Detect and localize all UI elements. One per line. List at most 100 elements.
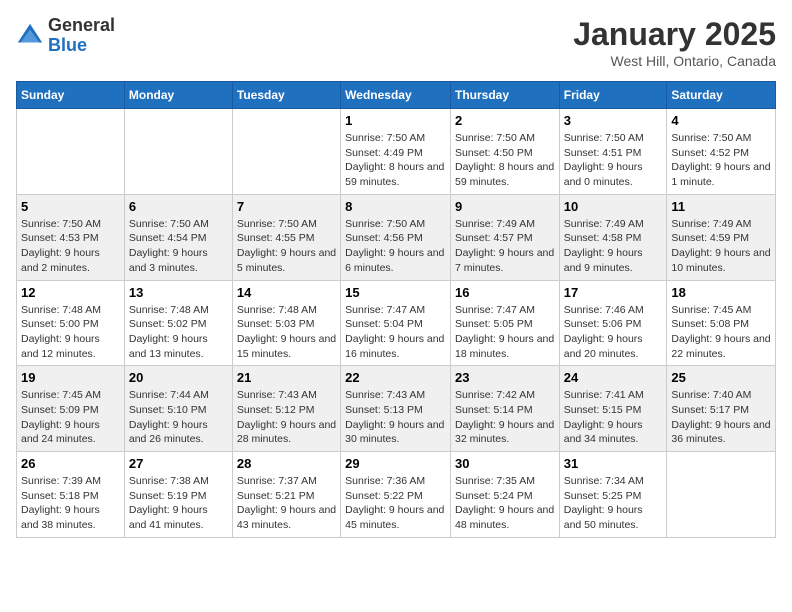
day-number: 7	[237, 199, 336, 214]
day-number: 19	[21, 370, 120, 385]
weekday-header-cell: Saturday	[667, 82, 776, 109]
day-number: 22	[345, 370, 446, 385]
calendar-week-row: 5 Sunrise: 7:50 AMSunset: 4:53 PMDaylight…	[17, 194, 776, 280]
day-info: Sunrise: 7:49 AMSunset: 4:57 PMDaylight:…	[455, 217, 555, 276]
day-number: 16	[455, 285, 555, 300]
calendar-day-cell: 7 Sunrise: 7:50 AMSunset: 4:55 PMDaylight…	[232, 194, 340, 280]
day-info: Sunrise: 7:48 AMSunset: 5:03 PMDaylight:…	[237, 303, 336, 362]
day-info: Sunrise: 7:38 AMSunset: 5:19 PMDaylight:…	[129, 474, 228, 533]
page-header: General Blue January 2025 West Hill, Ont…	[16, 16, 776, 69]
calendar-day-cell: 17 Sunrise: 7:46 AMSunset: 5:06 PMDayligh…	[559, 280, 667, 366]
day-info: Sunrise: 7:50 AMSunset: 4:56 PMDaylight:…	[345, 217, 446, 276]
weekday-header-cell: Monday	[124, 82, 232, 109]
calendar-day-cell: 5 Sunrise: 7:50 AMSunset: 4:53 PMDaylight…	[17, 194, 125, 280]
calendar-day-cell: 31Sunrise: 7:34 AMSunset: 5:25 PMDayligh…	[559, 452, 667, 538]
calendar-day-cell	[667, 452, 776, 538]
calendar-day-cell: 13 Sunrise: 7:48 AMSunset: 5:02 PMDayligh…	[124, 280, 232, 366]
day-number: 21	[237, 370, 336, 385]
day-info: Sunrise: 7:47 AMSunset: 5:04 PMDaylight:…	[345, 303, 446, 362]
weekday-header-cell: Sunday	[17, 82, 125, 109]
calendar-day-cell: 25Sunrise: 7:40 AMSunset: 5:17 PMDayligh…	[667, 366, 776, 452]
weekday-header-cell: Friday	[559, 82, 667, 109]
calendar-day-cell: 3 Sunrise: 7:50 AMSunset: 4:51 PMDaylight…	[559, 109, 667, 195]
calendar-day-cell: 29Sunrise: 7:36 AMSunset: 5:22 PMDayligh…	[341, 452, 451, 538]
day-number: 13	[129, 285, 228, 300]
calendar-day-cell: 27 Sunrise: 7:38 AMSunset: 5:19 PMDayligh…	[124, 452, 232, 538]
day-info: Sunrise: 7:39 AMSunset: 5:18 PMDaylight:…	[21, 474, 120, 533]
calendar-day-cell: 23 Sunrise: 7:42 AMSunset: 5:14 PMDayligh…	[450, 366, 559, 452]
day-info: Sunrise: 7:49 AMSunset: 4:58 PMDaylight:…	[564, 217, 663, 276]
title-block: January 2025 West Hill, Ontario, Canada	[573, 16, 776, 69]
day-info: Sunrise: 7:41 AMSunset: 5:15 PMDaylight:…	[564, 388, 663, 447]
logo: General Blue	[16, 16, 115, 56]
day-number: 23	[455, 370, 555, 385]
calendar-day-cell: 14 Sunrise: 7:48 AMSunset: 5:03 PMDayligh…	[232, 280, 340, 366]
day-number: 28	[237, 456, 336, 471]
calendar-day-cell: 6 Sunrise: 7:50 AMSunset: 4:54 PMDaylight…	[124, 194, 232, 280]
day-number: 6	[129, 199, 228, 214]
calendar-day-cell: 28Sunrise: 7:37 AMSunset: 5:21 PMDayligh…	[232, 452, 340, 538]
day-info: Sunrise: 7:42 AMSunset: 5:14 PMDaylight:…	[455, 388, 555, 447]
weekday-header-cell: Tuesday	[232, 82, 340, 109]
logo-icon	[16, 22, 44, 50]
calendar-body: 1 Sunrise: 7:50 AMSunset: 4:49 PMDaylight…	[17, 109, 776, 538]
calendar-day-cell	[232, 109, 340, 195]
day-number: 14	[237, 285, 336, 300]
day-number: 3	[564, 113, 663, 128]
day-number: 26	[21, 456, 120, 471]
day-info: Sunrise: 7:40 AMSunset: 5:17 PMDaylight:…	[671, 388, 771, 447]
day-number: 18	[671, 285, 771, 300]
day-info: Sunrise: 7:45 AMSunset: 5:08 PMDaylight:…	[671, 303, 771, 362]
calendar-day-cell: 15Sunrise: 7:47 AMSunset: 5:04 PMDayligh…	[341, 280, 451, 366]
calendar-day-cell: 1 Sunrise: 7:50 AMSunset: 4:49 PMDaylight…	[341, 109, 451, 195]
day-info: Sunrise: 7:50 AMSunset: 4:49 PMDaylight:…	[345, 131, 446, 190]
day-info: Sunrise: 7:48 AMSunset: 5:02 PMDaylight:…	[129, 303, 228, 362]
day-number: 29	[345, 456, 446, 471]
day-info: Sunrise: 7:50 AMSunset: 4:55 PMDaylight:…	[237, 217, 336, 276]
calendar-day-cell: 8 Sunrise: 7:50 AMSunset: 4:56 PMDaylight…	[341, 194, 451, 280]
day-number: 27	[129, 456, 228, 471]
day-info: Sunrise: 7:47 AMSunset: 5:05 PMDaylight:…	[455, 303, 555, 362]
day-number: 10	[564, 199, 663, 214]
day-number: 30	[455, 456, 555, 471]
calendar-week-row: 19 Sunrise: 7:45 AMSunset: 5:09 PMDayligh…	[17, 366, 776, 452]
day-info: Sunrise: 7:50 AMSunset: 4:51 PMDaylight:…	[564, 131, 663, 190]
day-number: 9	[455, 199, 555, 214]
day-info: Sunrise: 7:43 AMSunset: 5:12 PMDaylight:…	[237, 388, 336, 447]
day-info: Sunrise: 7:49 AMSunset: 4:59 PMDaylight:…	[671, 217, 771, 276]
day-info: Sunrise: 7:45 AMSunset: 5:09 PMDaylight:…	[21, 388, 120, 447]
calendar-day-cell: 10 Sunrise: 7:49 AMSunset: 4:58 PMDayligh…	[559, 194, 667, 280]
weekday-header-cell: Thursday	[450, 82, 559, 109]
day-info: Sunrise: 7:50 AMSunset: 4:53 PMDaylight:…	[21, 217, 120, 276]
calendar-day-cell: 11 Sunrise: 7:49 AMSunset: 4:59 PMDayligh…	[667, 194, 776, 280]
day-number: 1	[345, 113, 446, 128]
calendar-day-cell: 16 Sunrise: 7:47 AMSunset: 5:05 PMDayligh…	[450, 280, 559, 366]
day-info: Sunrise: 7:46 AMSunset: 5:06 PMDaylight:…	[564, 303, 663, 362]
calendar-day-cell: 26 Sunrise: 7:39 AMSunset: 5:18 PMDayligh…	[17, 452, 125, 538]
calendar-day-cell: 9 Sunrise: 7:49 AMSunset: 4:57 PMDaylight…	[450, 194, 559, 280]
calendar-day-cell	[17, 109, 125, 195]
day-number: 20	[129, 370, 228, 385]
calendar-day-cell: 30 Sunrise: 7:35 AMSunset: 5:24 PMDayligh…	[450, 452, 559, 538]
calendar-table: SundayMondayTuesdayWednesdayThursdayFrid…	[16, 81, 776, 538]
day-number: 12	[21, 285, 120, 300]
day-info: Sunrise: 7:50 AMSunset: 4:52 PMDaylight:…	[671, 131, 771, 190]
day-number: 11	[671, 199, 771, 214]
day-number: 24	[564, 370, 663, 385]
day-info: Sunrise: 7:44 AMSunset: 5:10 PMDaylight:…	[129, 388, 228, 447]
calendar-day-cell: 20 Sunrise: 7:44 AMSunset: 5:10 PMDayligh…	[124, 366, 232, 452]
day-number: 8	[345, 199, 446, 214]
day-info: Sunrise: 7:34 AMSunset: 5:25 PMDaylight:…	[564, 474, 663, 533]
weekday-header-cell: Wednesday	[341, 82, 451, 109]
day-number: 17	[564, 285, 663, 300]
calendar-day-cell: 12 Sunrise: 7:48 AMSunset: 5:00 PMDayligh…	[17, 280, 125, 366]
month-title: January 2025	[573, 16, 776, 53]
calendar-day-cell: 24 Sunrise: 7:41 AMSunset: 5:15 PMDayligh…	[559, 366, 667, 452]
calendar-week-row: 1 Sunrise: 7:50 AMSunset: 4:49 PMDaylight…	[17, 109, 776, 195]
day-number: 5	[21, 199, 120, 214]
day-info: Sunrise: 7:50 AMSunset: 4:54 PMDaylight:…	[129, 217, 228, 276]
day-number: 2	[455, 113, 555, 128]
day-info: Sunrise: 7:35 AMSunset: 5:24 PMDaylight:…	[455, 474, 555, 533]
day-info: Sunrise: 7:48 AMSunset: 5:00 PMDaylight:…	[21, 303, 120, 362]
location: West Hill, Ontario, Canada	[573, 53, 776, 69]
